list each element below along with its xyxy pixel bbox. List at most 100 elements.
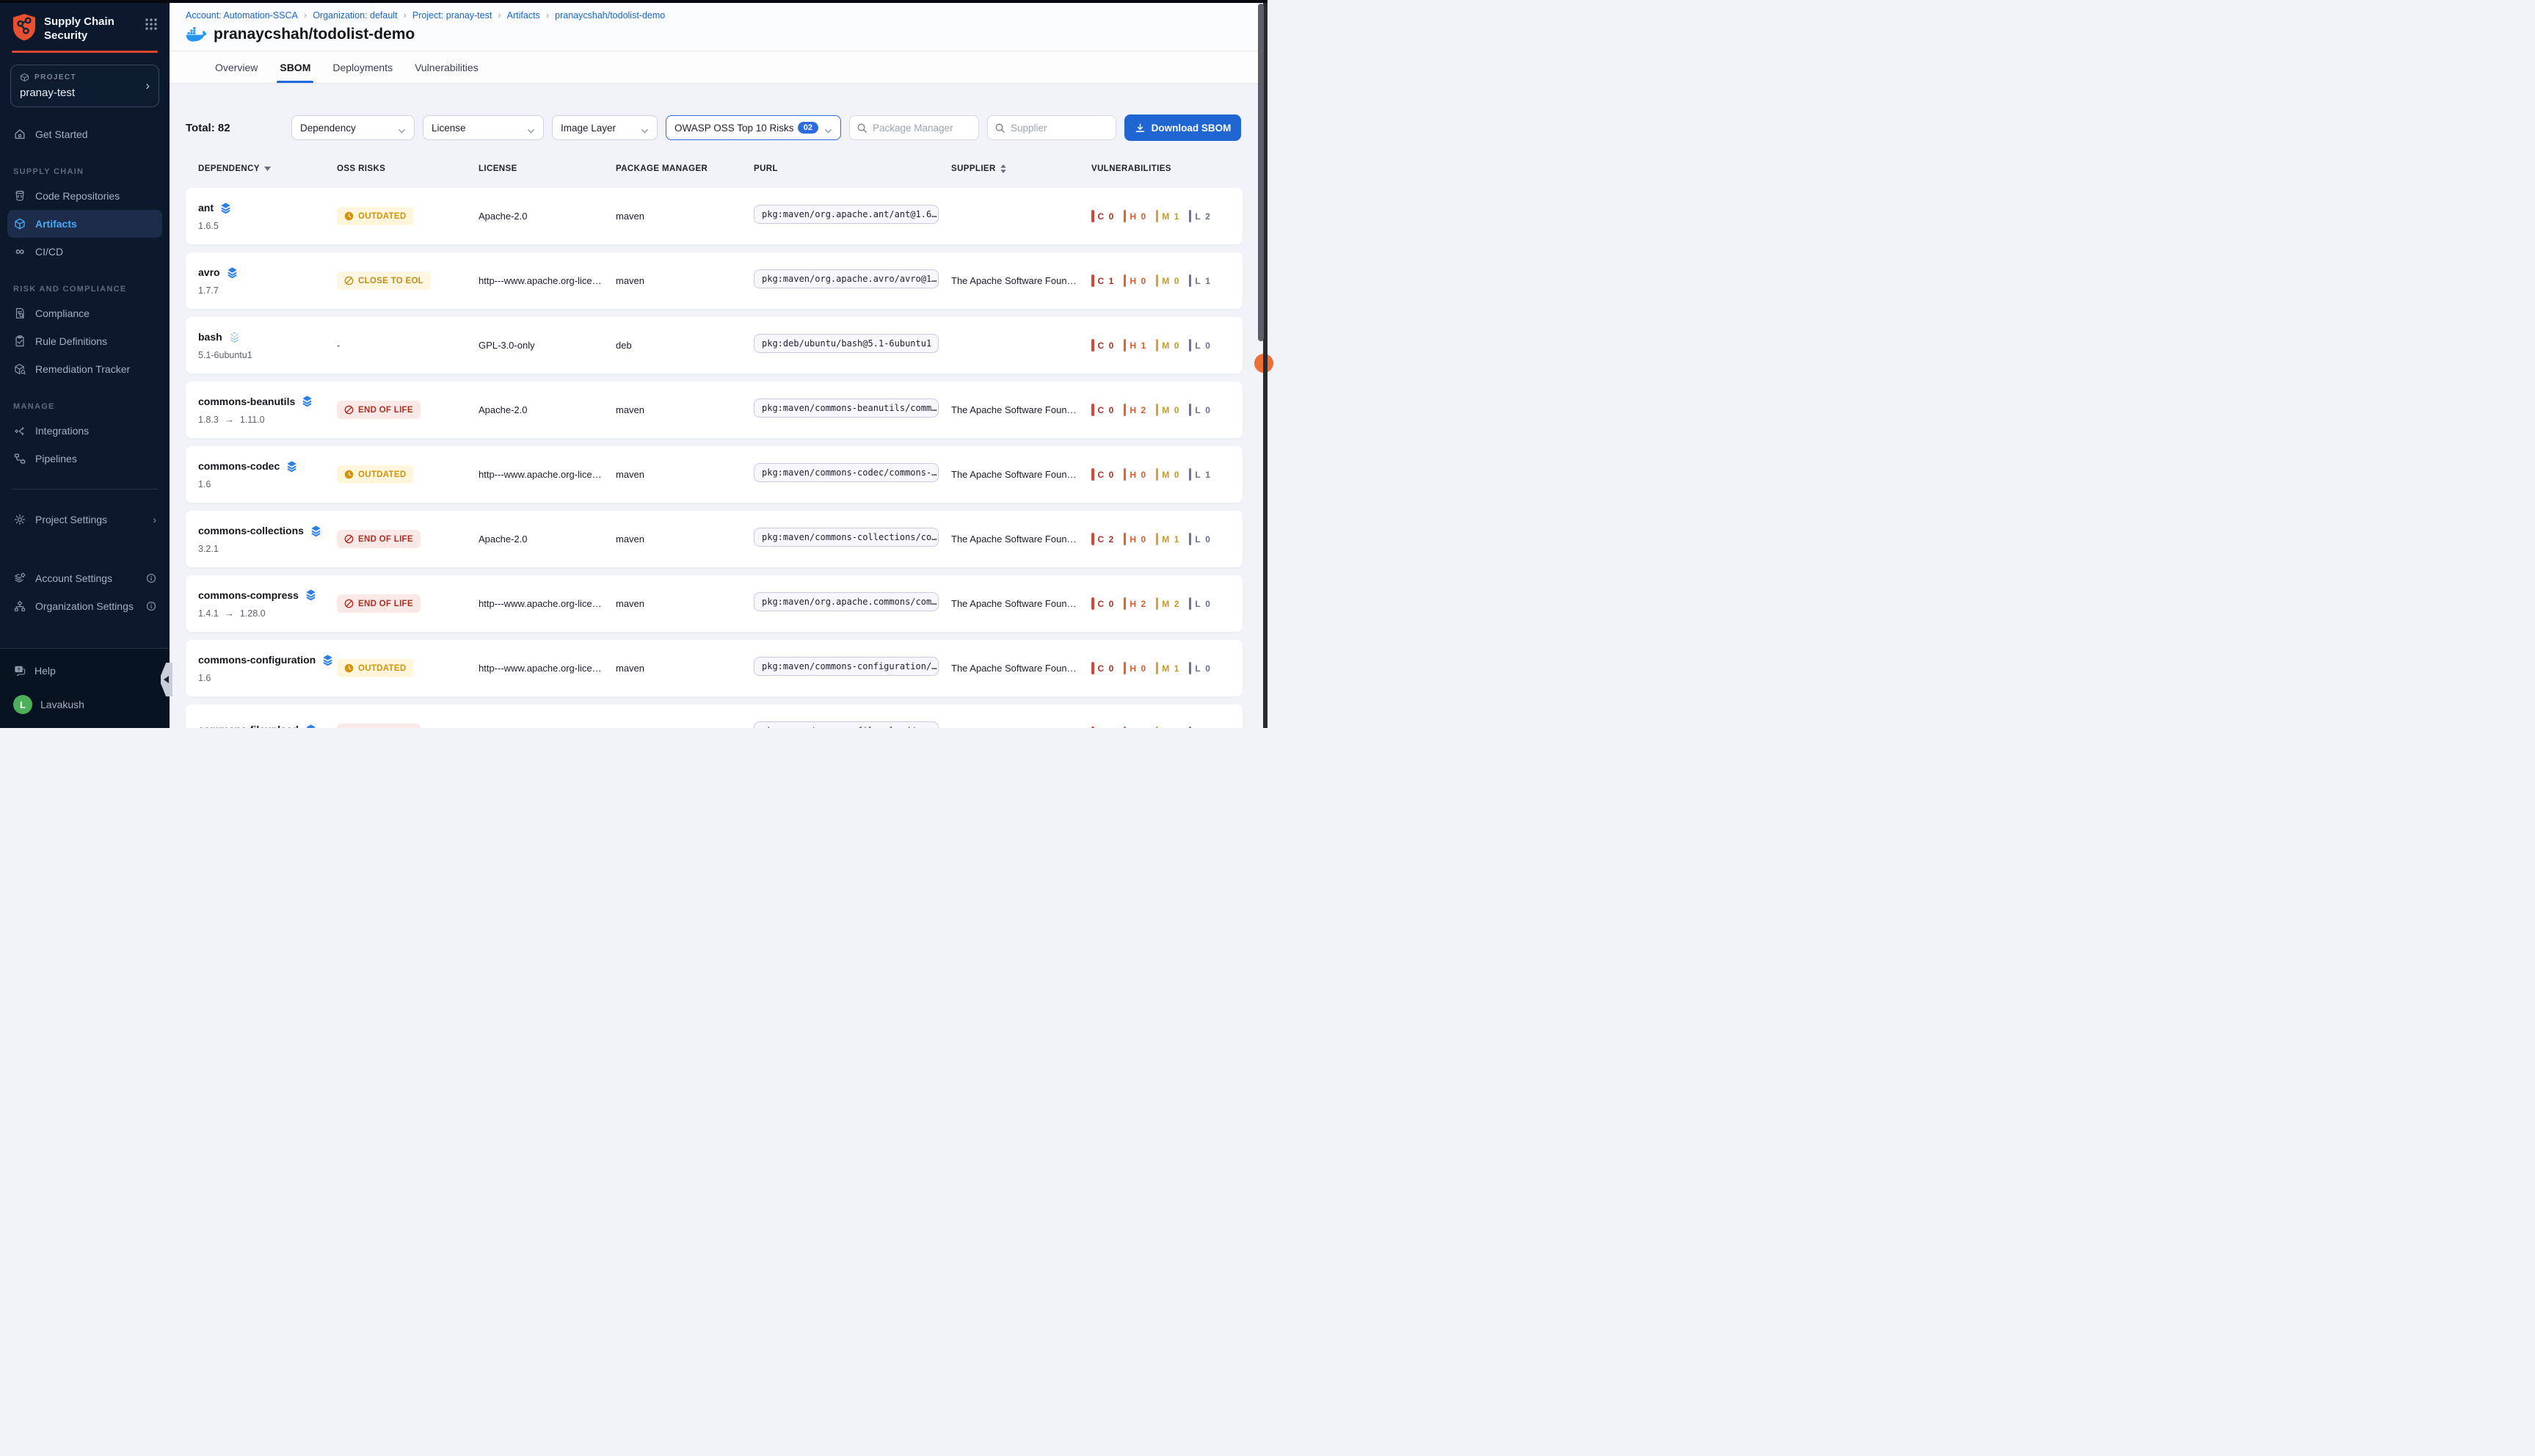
high-count: H0 xyxy=(1124,274,1146,287)
medium-count: M2 xyxy=(1156,597,1179,610)
purl-value[interactable]: pkg:maven/org.apache.ant/ant@1.6… xyxy=(754,205,939,224)
tab-overview[interactable]: Overview xyxy=(214,51,259,83)
oss-risk-badge: OUTDATED xyxy=(337,659,413,677)
supplier-cell: The Apache Software Foun… xyxy=(951,404,1091,415)
column-header[interactable]: SUPPLIER xyxy=(951,164,1091,173)
column-header[interactable]: VULNERABILITIES xyxy=(1091,164,1243,173)
dependency-version: 1.6 xyxy=(198,479,211,489)
table-row[interactable]: commons-fileupload → END OF LIFE - Apach… xyxy=(186,705,1243,728)
low-bar xyxy=(1189,597,1192,610)
critical-count: C0 xyxy=(1091,662,1114,674)
tab-bar: Overview SBOM Deployments Vulnerabilities xyxy=(170,51,1268,84)
sidebar-item-pipelines[interactable]: Pipelines xyxy=(0,445,170,473)
medium-count: M0 xyxy=(1156,468,1179,481)
purl-value[interactable]: pkg:deb/ubuntu/bash@5.1-6ubuntu1 xyxy=(754,334,939,353)
purl-value[interactable]: pkg:maven/commons-collections/co… xyxy=(754,528,939,547)
table-row[interactable]: commons-codec 1.6 → OUTDATED - http---ww… xyxy=(186,446,1243,503)
filter-dropdown[interactable]: License xyxy=(423,115,544,140)
critical-bar xyxy=(1091,404,1094,416)
purl-cell: pkg:maven/org.apache.commons/com… xyxy=(754,592,951,615)
sidebar-item-compliance[interactable]: Compliance xyxy=(0,299,170,327)
critical-bar xyxy=(1091,533,1094,545)
sidebar-item-project-settings[interactable]: Project Settings › xyxy=(0,506,170,534)
sidebar-item-integrations[interactable]: Integrations xyxy=(0,417,170,445)
app-title: Supply Chain Security xyxy=(44,13,137,43)
breadcrumb-separator: › xyxy=(404,10,407,21)
table-row[interactable]: commons-beanutils 1.8.3 → 1.11.0 END OF … xyxy=(186,382,1243,438)
chevron-down-icon xyxy=(398,125,406,131)
column-header[interactable]: OSS RISKS xyxy=(337,164,479,173)
critical-bar xyxy=(1091,727,1094,728)
filter-label: OWASP OSS Top 10 Risks xyxy=(674,123,794,134)
breadcrumb-link[interactable]: Account: Automation-SSCA xyxy=(186,10,298,21)
purl-value[interactable]: pkg:maven/commons-beanutils/comm… xyxy=(754,398,939,418)
purl-value[interactable]: pkg:maven/commons-configuration/… xyxy=(754,657,939,676)
download-sbom-button[interactable]: Download SBOM xyxy=(1124,114,1241,141)
sidebar-item-organization-settings[interactable]: Organization Settings xyxy=(0,592,170,620)
filter-dropdown[interactable]: Dependency xyxy=(291,115,415,140)
table-row[interactable]: commons-configuration 1.6 → OUTDATED - h… xyxy=(186,640,1243,696)
purl-value[interactable]: pkg:maven/commons-fileupload/co… xyxy=(754,721,939,728)
table-row[interactable]: ant 1.6.5 → OUTDATED - Apache-2.0 maven … xyxy=(186,188,1243,244)
critical-bar xyxy=(1091,597,1094,610)
column-header[interactable]: PURL xyxy=(754,164,951,173)
sidebar-item-get-started[interactable]: Get Started xyxy=(0,120,170,148)
vulnerabilities-cell: C0 H0 M1 L0 xyxy=(1091,662,1243,674)
column-header[interactable]: LICENSE xyxy=(479,164,616,173)
vulnerabilities-cell: C2 H0 M1 L0 xyxy=(1091,533,1243,545)
table-row[interactable]: bash 5.1-6ubuntu1 → - - GPL-3.0-only deb… xyxy=(186,317,1243,374)
table-row[interactable]: commons-compress 1.4.1 → 1.28.0 END OF L… xyxy=(186,575,1243,632)
vulnerabilities-cell: C1 H0 M0 L0 xyxy=(1091,727,1243,728)
purl-value[interactable]: pkg:maven/org.apache.avro/avro@1… xyxy=(754,269,939,288)
breadcrumb-link[interactable]: Artifacts xyxy=(507,10,540,21)
tab-deployments[interactable]: Deployments xyxy=(331,51,394,83)
purl-value[interactable]: pkg:maven/org.apache.commons/com… xyxy=(754,592,939,611)
supplier-search-input[interactable] xyxy=(987,115,1116,140)
supplier-cell: The Apache Software Foun… xyxy=(951,275,1091,286)
license-cell: http---www.apache.org-lice… xyxy=(479,663,616,674)
license-cell: Apache-2.0 xyxy=(479,727,616,728)
help-button[interactable]: ? Help xyxy=(13,659,156,682)
chevron-down-icon xyxy=(824,125,832,131)
tab-vulnerabilities[interactable]: Vulnerabilities xyxy=(413,51,480,83)
medium-count: M0 xyxy=(1156,274,1179,287)
sort-desc-icon[interactable] xyxy=(264,167,271,171)
breadcrumb-link[interactable]: Organization: default xyxy=(313,10,397,21)
dependency-cell: avro 1.7.7 → xyxy=(198,266,337,296)
sidebar-item-account-settings[interactable]: Account Settings xyxy=(0,564,170,592)
sidebar-item-cicd[interactable]: ∞ CI/CD xyxy=(0,238,170,266)
vulnerabilities-cell: C1 H0 M0 L1 xyxy=(1091,274,1243,287)
sidebar-item-remediation-tracker[interactable]: Remediation Tracker xyxy=(0,355,170,383)
package-manager-search-input[interactable] xyxy=(849,115,979,140)
module-switcher-grid-icon[interactable] xyxy=(145,18,158,31)
dependency-name: commons-collections xyxy=(198,525,304,536)
sidebar-item-rule-definitions[interactable]: Rule Definitions xyxy=(0,327,170,355)
filter-dropdown[interactable]: OWASP OSS Top 10 Risks 02 xyxy=(666,115,841,140)
filter-dropdown[interactable]: Image Layer xyxy=(552,115,658,140)
dependency-name: ant xyxy=(198,202,214,214)
sidebar-item-artifacts[interactable]: Artifacts xyxy=(7,210,162,238)
user-name: Lavakush xyxy=(40,699,84,710)
app-root: Supply Chain Security PROJECT pranay-tes… xyxy=(0,0,1268,728)
tab-sbom[interactable]: SBOM xyxy=(278,51,312,83)
sort-icon[interactable] xyxy=(1000,164,1006,173)
breadcrumb-link[interactable]: pranaycshah/todolist-demo xyxy=(555,10,665,21)
table-row[interactable]: avro 1.7.7 → CLOSE TO EOL - http---www.a… xyxy=(186,252,1243,309)
package-manager-cell: maven xyxy=(616,534,754,545)
scrollbar-thumb[interactable] xyxy=(1258,4,1264,341)
table-row[interactable]: commons-collections 3.2.1 → END OF LIFE … xyxy=(186,511,1243,567)
prohibited-icon xyxy=(344,276,354,285)
critical-bar xyxy=(1091,339,1094,352)
critical-bar xyxy=(1091,210,1094,222)
purl-value[interactable]: pkg:maven/commons-codec/commons-… xyxy=(754,463,939,482)
oss-risk-badge-label: END OF LIFE xyxy=(358,406,413,415)
project-selector[interactable]: PROJECT pranay-test › xyxy=(10,65,159,107)
oss-risk-cell: END OF LIFE - xyxy=(337,724,479,728)
column-header[interactable]: PACKAGE MANAGER xyxy=(616,164,754,173)
sidebar-item-code-repositories[interactable]: Code Repositories xyxy=(0,182,170,210)
content: Total: 82 Dependency License Image Layer xyxy=(170,84,1268,728)
dependency-version: 1.6 xyxy=(198,673,211,683)
column-header[interactable]: DEPENDENCY xyxy=(198,164,337,173)
breadcrumb-link[interactable]: Project: pranay-test xyxy=(412,10,492,21)
user-menu[interactable]: L Lavakush xyxy=(13,693,156,716)
